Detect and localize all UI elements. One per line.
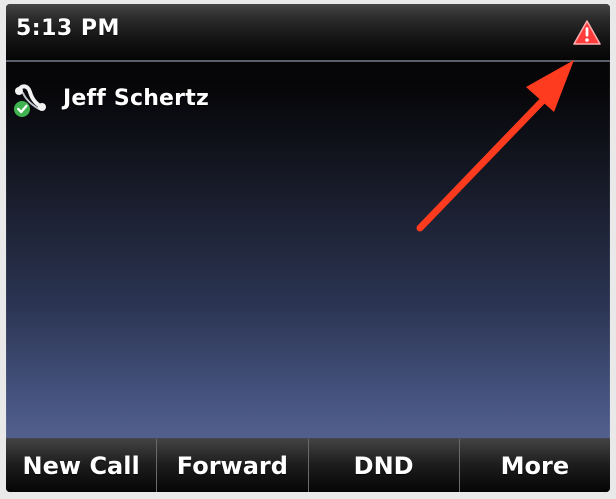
new-call-button[interactable]: New Call [6,439,158,492]
forward-button[interactable]: Forward [157,439,309,492]
clock: 5:13 PM [16,16,120,41]
status-bar: 5:13 PM [6,4,610,62]
more-button[interactable]: More [459,439,610,492]
softkey-bar: New Call Forward DND More [6,438,610,492]
warning-triangle-icon[interactable] [572,18,602,48]
dnd-button[interactable]: DND [308,439,460,492]
line-name: Jeff Schertz [63,86,209,111]
phone-screen: 5:13 PM Jeff Schertz New Call Forward DN… [6,4,610,492]
line-row[interactable]: Jeff Schertz [6,76,610,124]
registered-line-icon [14,84,46,117]
